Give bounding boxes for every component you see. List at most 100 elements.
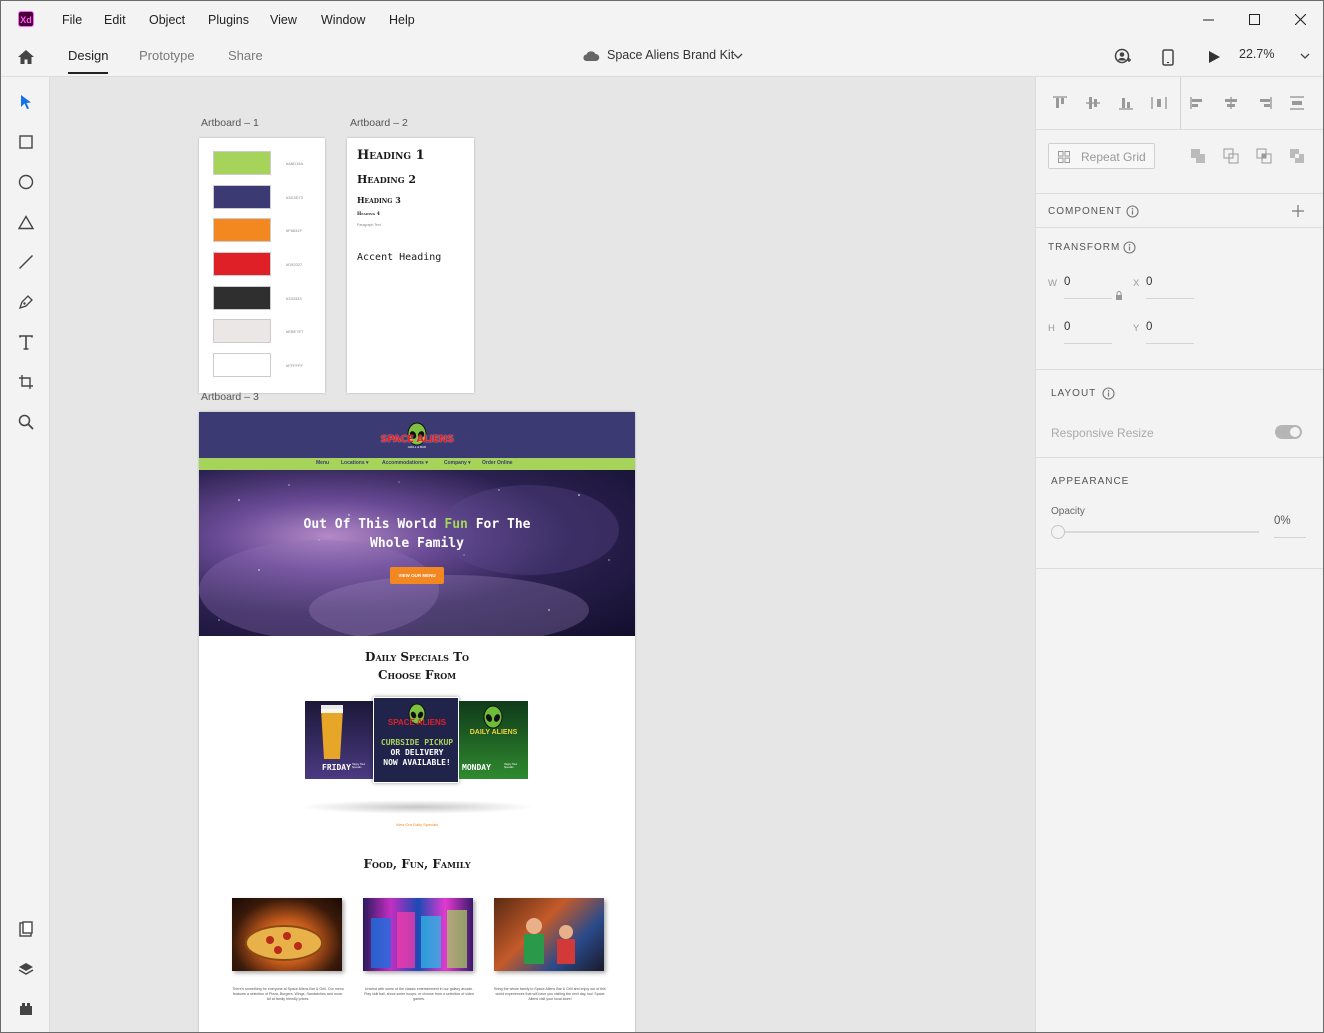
artboard-3-homepage[interactable]: SPACE ALIENS GRILL & BAR Menu Locations … [199, 412, 635, 1032]
boolean-intersect-icon[interactable] [1254, 146, 1274, 166]
add-component-icon[interactable] [1290, 203, 1306, 219]
opacity-slider-track[interactable] [1058, 531, 1259, 533]
family-image[interactable] [494, 898, 604, 971]
nav-order-online[interactable]: Order Online [482, 460, 513, 466]
heading-2-sample[interactable]: Heading 2 [357, 173, 416, 186]
text-icon [19, 334, 33, 350]
layout-info-icon[interactable] [1101, 386, 1115, 400]
ellipse-icon [18, 174, 34, 190]
text-tool[interactable] [15, 331, 37, 353]
zoom-chevron-down-icon[interactable] [1299, 51, 1311, 61]
opacity-value-field[interactable]: 0% [1274, 515, 1291, 527]
preview-play-button[interactable] [1205, 47, 1223, 67]
menu-view[interactable]: View [270, 1, 297, 38]
maximize-button[interactable] [1231, 1, 1277, 38]
ellipse-tool[interactable] [15, 171, 37, 193]
view-daily-specials-link[interactable]: View Our Daily Specials [199, 822, 635, 827]
close-button[interactable] [1277, 1, 1323, 38]
line-tool[interactable] [15, 251, 37, 273]
zoom-tool[interactable] [15, 411, 37, 433]
accent-heading-sample[interactable]: Accent Heading [357, 252, 441, 263]
promo-friday-card[interactable]: FRIDAY Happy Hour Specials [305, 701, 373, 779]
x-underline [1146, 298, 1194, 299]
pen-tool[interactable] [15, 291, 37, 313]
minimize-button[interactable] [1185, 1, 1231, 38]
color-swatch[interactable] [213, 252, 271, 276]
polygon-tool[interactable] [15, 211, 37, 233]
align-center-icon[interactable] [1221, 93, 1241, 113]
menu-edit[interactable]: Edit [104, 1, 126, 38]
arcade-image[interactable] [363, 898, 473, 971]
width-field[interactable]: 0 [1064, 276, 1070, 288]
transform-info-icon[interactable] [1122, 240, 1136, 254]
responsive-resize-toggle[interactable] [1275, 425, 1302, 439]
promo-curbside-line-3: NOW AVAILABLE! [383, 758, 451, 767]
chevron-down-icon[interactable] [732, 51, 744, 61]
align-top-icon[interactable] [1050, 93, 1070, 113]
artboard-2-typography[interactable]: Heading 1 Heading 2 Heading 3 Heading 4 … [347, 138, 474, 393]
zoom-level[interactable]: 22.7% [1239, 47, 1274, 61]
menu-window[interactable]: Window [321, 1, 365, 38]
repeat-grid-button[interactable]: Repeat Grid [1048, 143, 1155, 169]
height-field[interactable]: 0 [1064, 321, 1070, 333]
artboard-tool[interactable] [15, 371, 37, 393]
pizza-image[interactable] [232, 898, 342, 971]
site-logo[interactable]: SPACE ALIENS GRILL & BAR [367, 422, 467, 450]
lock-aspect-icon[interactable] [1114, 290, 1124, 302]
nav-locations[interactable]: Locations ▾ [341, 460, 369, 466]
align-middle-icon[interactable] [1083, 93, 1103, 113]
artboard-1-color-palette[interactable]: #A6D15A #3D3D73 #F6831F #D92027 #333333 … [199, 138, 325, 393]
menu-object[interactable]: Object [149, 1, 185, 38]
align-bottom-icon[interactable] [1116, 93, 1136, 113]
heading-4-sample[interactable]: Heading 4 [357, 212, 380, 217]
assets-panel-button[interactable] [15, 918, 37, 940]
distribute-vertical-icon[interactable] [1287, 93, 1307, 113]
x-field[interactable]: 0 [1146, 276, 1152, 288]
align-left-icon[interactable] [1188, 93, 1208, 113]
nav-accommodations[interactable]: Accommodations ▾ [382, 460, 428, 466]
home-button[interactable] [15, 47, 37, 67]
invite-user-button[interactable] [1113, 47, 1133, 67]
artboard-1-label[interactable]: Artboard – 1 [201, 117, 259, 129]
color-swatch[interactable] [213, 353, 271, 377]
design-canvas[interactable]: Artboard – 1 #A6D15A #3D3D73 #F6831F #D9… [50, 77, 1035, 1032]
distribute-horizontal-icon[interactable] [1149, 93, 1169, 113]
promo-curbside-card[interactable]: SPACE ALIENS CURBSIDE PICKUP OR DELIVERY… [373, 697, 459, 783]
select-tool[interactable] [15, 91, 37, 113]
menu-file[interactable]: File [62, 1, 82, 38]
tab-prototype[interactable]: Prototype [139, 48, 195, 63]
opacity-underline [1274, 537, 1306, 538]
color-swatch[interactable] [213, 286, 271, 310]
nav-company[interactable]: Company ▾ [444, 460, 471, 466]
align-right-icon[interactable] [1254, 93, 1274, 113]
menu-plugins[interactable]: Plugins [208, 1, 249, 38]
rectangle-tool[interactable] [15, 131, 37, 153]
tab-share[interactable]: Share [228, 48, 263, 63]
y-field[interactable]: 0 [1146, 321, 1152, 333]
boolean-exclude-icon[interactable] [1287, 146, 1307, 166]
boolean-subtract-icon[interactable] [1221, 146, 1241, 166]
color-swatch[interactable] [213, 151, 271, 175]
color-swatch[interactable] [213, 185, 271, 209]
view-menu-button[interactable]: VIEW OUR MENU [390, 567, 444, 584]
nav-menu[interactable]: Menu [316, 460, 329, 466]
artboard-2-label[interactable]: Artboard – 2 [350, 117, 408, 129]
document-title[interactable]: Space Aliens Brand Kit [607, 48, 734, 62]
device-preview-button[interactable] [1159, 47, 1177, 67]
opacity-slider-thumb[interactable] [1051, 525, 1065, 539]
color-swatch[interactable] [213, 218, 271, 242]
menu-help[interactable]: Help [389, 1, 415, 38]
maximize-icon [1248, 14, 1260, 25]
boolean-add-icon[interactable] [1188, 146, 1208, 166]
color-hex-label: #333333 [286, 296, 302, 301]
component-info-icon[interactable] [1125, 204, 1139, 218]
layers-panel-button[interactable] [15, 958, 37, 980]
promo-monday-card[interactable]: DAILY ALIENS MONDAY Happy Hour Specials [459, 701, 528, 779]
heading-1-sample[interactable]: Heading 1 [357, 148, 425, 163]
artboard-3-label[interactable]: Artboard – 3 [201, 391, 259, 403]
tab-design[interactable]: Design [68, 48, 108, 63]
heading-3-sample[interactable]: Heading 3 [357, 195, 401, 205]
plugins-panel-button[interactable] [15, 998, 37, 1020]
paragraph-sample[interactable]: Paragraph Text [357, 223, 381, 227]
color-swatch[interactable] [213, 319, 271, 343]
